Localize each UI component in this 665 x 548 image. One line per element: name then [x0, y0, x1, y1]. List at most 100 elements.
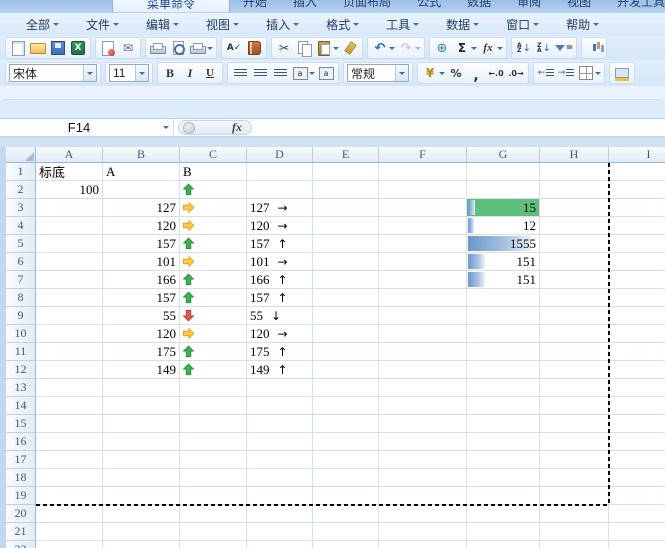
new-document-button[interactable]: [8, 38, 28, 58]
menu-item-0[interactable]: 全部: [26, 16, 59, 33]
cell-C21[interactable]: [180, 523, 247, 541]
cell-H20[interactable]: [540, 505, 609, 523]
cell-I19[interactable]: [609, 487, 665, 505]
ribbon-tab-selected[interactable]: 菜单命令: [112, 0, 230, 12]
cell-G17[interactable]: [467, 451, 540, 469]
cell-I4[interactable]: [609, 217, 665, 235]
cell-C8[interactable]: [180, 289, 247, 307]
cell-D14[interactable]: [247, 397, 313, 415]
cell-D10[interactable]: 120→: [247, 325, 313, 343]
cell-G14[interactable]: [467, 397, 540, 415]
cell-C3[interactable]: [180, 199, 247, 217]
cell-I20[interactable]: [609, 505, 665, 523]
decrease-decimal-button[interactable]: .0→: [506, 63, 526, 83]
row-header-22[interactable]: 22: [6, 541, 36, 548]
currency-button[interactable]: ¥: [420, 63, 446, 83]
cell-A11[interactable]: [36, 343, 103, 361]
cell-G16[interactable]: [467, 433, 540, 451]
cell-C22[interactable]: [180, 541, 247, 548]
cell-A13[interactable]: [36, 379, 103, 397]
cell-B20[interactable]: [103, 505, 180, 523]
cell-A2[interactable]: 100: [36, 181, 103, 199]
cell-C13[interactable]: [180, 379, 247, 397]
cell-I14[interactable]: [609, 397, 665, 415]
row-header-10[interactable]: 10: [6, 325, 36, 343]
cell-B15[interactable]: [103, 415, 180, 433]
cell-G20[interactable]: [467, 505, 540, 523]
cell-F9[interactable]: [379, 307, 467, 325]
cell-G15[interactable]: [467, 415, 540, 433]
cell-H11[interactable]: [540, 343, 609, 361]
cell-F20[interactable]: [379, 505, 467, 523]
cell-B10[interactable]: 120: [103, 325, 180, 343]
cell-C5[interactable]: [180, 235, 247, 253]
cell-I6[interactable]: [609, 253, 665, 271]
ribbon-tab-0[interactable]: 开始: [230, 0, 280, 10]
row-header-18[interactable]: 18: [6, 469, 36, 487]
cell-D4[interactable]: 120→: [247, 217, 313, 235]
column-header-E[interactable]: E: [313, 147, 379, 163]
cell-F6[interactable]: [379, 253, 467, 271]
cell-B9[interactable]: 55: [103, 307, 180, 325]
insert-function-button[interactable]: fx: [178, 120, 252, 135]
cell-F1[interactable]: [379, 163, 467, 181]
row-header-21[interactable]: 21: [6, 523, 36, 541]
cell-H19[interactable]: [540, 487, 609, 505]
cell-B11[interactable]: 175: [103, 343, 180, 361]
cell-D13[interactable]: [247, 379, 313, 397]
cell-D21[interactable]: [247, 523, 313, 541]
cell-F3[interactable]: [379, 199, 467, 217]
number-format-combo[interactable]: 常规: [347, 64, 409, 82]
cell-D20[interactable]: [247, 505, 313, 523]
cell-C11[interactable]: [180, 343, 247, 361]
cell-I8[interactable]: [609, 289, 665, 307]
cell-B17[interactable]: [103, 451, 180, 469]
font-name-combo[interactable]: 宋体: [9, 64, 97, 82]
export-excel-button[interactable]: [68, 38, 88, 58]
cell-H13[interactable]: [540, 379, 609, 397]
cell-G13[interactable]: [467, 379, 540, 397]
cell-H21[interactable]: [540, 523, 609, 541]
cell-A12[interactable]: [36, 361, 103, 379]
cell-A15[interactable]: [36, 415, 103, 433]
row-header-19[interactable]: 19: [6, 487, 36, 505]
align-left-button[interactable]: [230, 63, 250, 83]
column-header-C[interactable]: C: [180, 147, 247, 163]
cell-I18[interactable]: [609, 469, 665, 487]
cell-C4[interactable]: [180, 217, 247, 235]
cell-B22[interactable]: [103, 541, 180, 548]
formula-input[interactable]: [256, 119, 665, 136]
cell-H5[interactable]: [540, 235, 609, 253]
cell-D11[interactable]: 175↑: [247, 343, 313, 361]
ribbon-tab-6[interactable]: 视图: [554, 0, 604, 10]
cell-I1[interactable]: [609, 163, 665, 181]
cell-A9[interactable]: [36, 307, 103, 325]
filter-button[interactable]: [554, 38, 574, 58]
hyperlink-button[interactable]: ⊕: [432, 38, 452, 58]
cell-B16[interactable]: [103, 433, 180, 451]
cell-H3[interactable]: [540, 199, 609, 217]
cell-F10[interactable]: [379, 325, 467, 343]
cell-C15[interactable]: [180, 415, 247, 433]
cell-H8[interactable]: [540, 289, 609, 307]
cell-G9[interactable]: [467, 307, 540, 325]
font-size-combo[interactable]: 11: [109, 64, 149, 82]
cell-I16[interactable]: [609, 433, 665, 451]
cell-H16[interactable]: [540, 433, 609, 451]
cell-E1[interactable]: [313, 163, 379, 181]
cell-H2[interactable]: [540, 181, 609, 199]
menu-item-5[interactable]: 格式: [326, 16, 359, 33]
cell-G12[interactable]: [467, 361, 540, 379]
column-header-F[interactable]: F: [379, 147, 467, 163]
menu-item-1[interactable]: 文件: [86, 16, 119, 33]
merge-cells-button[interactable]: [316, 63, 336, 83]
cell-E19[interactable]: [313, 487, 379, 505]
cell-G18[interactable]: [467, 469, 540, 487]
cell-I17[interactable]: [609, 451, 665, 469]
cell-D18[interactable]: [247, 469, 313, 487]
cell-C9[interactable]: [180, 307, 247, 325]
paste-button[interactable]: [314, 38, 340, 58]
italic-button[interactable]: I: [180, 63, 200, 83]
cell-G1[interactable]: [467, 163, 540, 181]
cell-F19[interactable]: [379, 487, 467, 505]
